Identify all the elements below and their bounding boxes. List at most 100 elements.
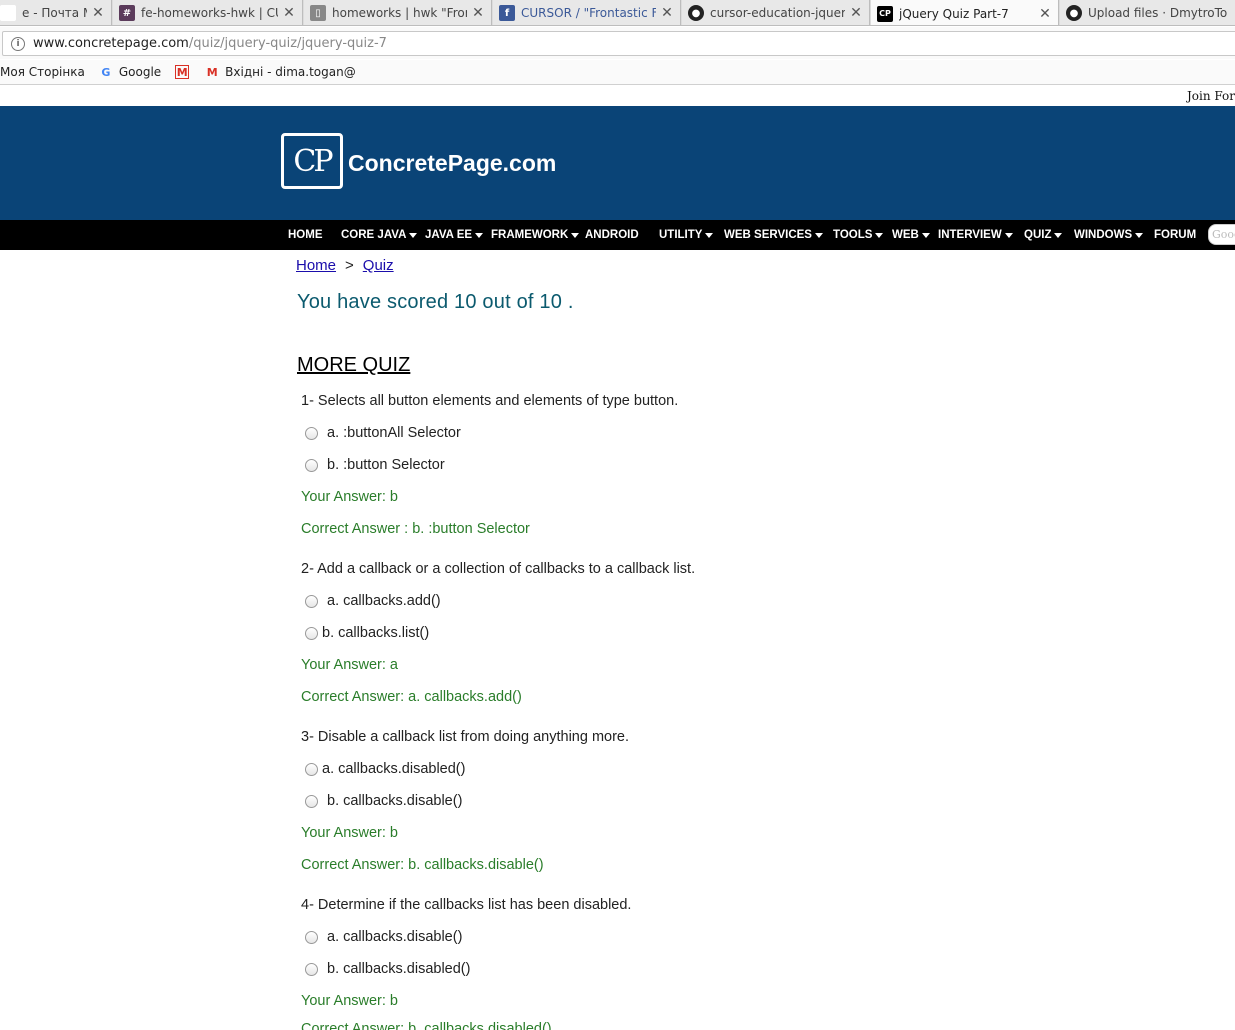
bookmark-my-page[interactable]: Моя Сторінка: [0, 65, 85, 79]
gmail-icon: M: [175, 65, 190, 79]
mail-icon: [0, 5, 16, 21]
browser-tab[interactable]: ▯ homeworks | hwk "Front ✕: [304, 0, 492, 25]
browser-tab-strip: e - Почта Mail. ✕ # fe-homeworks-hwk | C…: [0, 0, 1235, 26]
caret-down-icon: [571, 232, 580, 238]
page-icon: ▯: [310, 5, 326, 21]
browser-tab[interactable]: e - Почта Mail. ✕: [0, 0, 112, 25]
breadcrumb-quiz-link[interactable]: Quiz: [363, 257, 394, 274]
cp-icon: CP: [877, 5, 893, 22]
bookmark-label: Google: [118, 65, 162, 79]
caret-down-icon: [1054, 232, 1063, 238]
bookmark-inbox[interactable]: M Вхідні - dima.togan@: [205, 65, 356, 79]
caret-down-icon: [475, 232, 484, 238]
page-top-strip: Join For: [0, 86, 1235, 106]
browser-tab[interactable]: # fe-homeworks-hwk | CU ✕: [113, 0, 303, 25]
option-label: b. callbacks.disable(): [327, 793, 463, 809]
nav-windows[interactable]: WINDOWS: [1074, 220, 1144, 250]
site-header: CP ConcretePage.com: [0, 106, 1235, 220]
caret-down-icon: [409, 232, 418, 238]
caret-down-icon: [1004, 232, 1013, 238]
nav-label: JAVA EE: [425, 229, 473, 241]
close-icon[interactable]: ✕: [1038, 6, 1052, 22]
nav-home[interactable]: HOME: [288, 220, 323, 250]
question-text: 3- Disable a callback list from doing an…: [301, 729, 630, 745]
radio-button[interactable]: [305, 930, 318, 944]
answer-option[interactable]: a. callbacks.disable(): [305, 929, 462, 945]
nav-java-ee[interactable]: JAVA EE: [425, 220, 484, 250]
close-icon[interactable]: ✕: [282, 5, 296, 21]
url-input[interactable]: i www.concretepage.com /quiz/jquery-quiz…: [2, 31, 1235, 56]
nav-label: HOME: [288, 229, 323, 241]
option-label: b. :button Selector: [327, 457, 445, 473]
nav-tools[interactable]: TOOLS: [833, 220, 884, 250]
more-quiz-heading[interactable]: MORE QUIZ: [297, 354, 410, 377]
your-answer: Your Answer: b: [301, 489, 398, 505]
caret-down-icon: [921, 232, 930, 238]
nav-core-java[interactable]: CORE JAVA: [341, 220, 418, 250]
address-bar: i www.concretepage.com /quiz/jquery-quiz…: [0, 27, 1235, 59]
correct-answer: Correct Answer: a. callbacks.add(): [301, 689, 522, 705]
nav-android[interactable]: ANDROID: [585, 220, 639, 250]
answer-option[interactable]: b. callbacks.disabled(): [305, 961, 470, 977]
radio-button[interactable]: [305, 962, 318, 976]
answer-option[interactable]: b. callbacks.disable(): [305, 793, 462, 809]
bookmark-label: Вхідні - dima.togan@: [225, 65, 356, 79]
nav-label: ANDROID: [585, 229, 639, 241]
close-icon[interactable]: ✕: [849, 5, 863, 21]
tab-title: Upload files · DmytroTo: [1088, 6, 1228, 20]
answer-option[interactable]: a. :buttonAll Selector: [305, 425, 461, 441]
answer-option[interactable]: b. :button Selector: [305, 457, 445, 473]
radio-button[interactable]: [305, 762, 318, 776]
tab-title: fe-homeworks-hwk | CU: [141, 6, 278, 20]
option-label: a. callbacks.add(): [327, 593, 441, 609]
nav-label: QUIZ: [1024, 229, 1052, 241]
breadcrumb-home-link[interactable]: Home: [296, 257, 336, 274]
answer-option[interactable]: a. callbacks.add(): [305, 593, 441, 609]
browser-tab[interactable]: f CURSOR / "Frontastic Fr ✕: [493, 0, 681, 25]
github-icon: ●: [688, 5, 704, 21]
browser-tab[interactable]: ● cursor-education-jquery ✕: [682, 0, 870, 25]
close-icon[interactable]: ✕: [660, 5, 674, 21]
browser-tab[interactable]: ● Upload files · DmytroTo: [1060, 0, 1235, 25]
radio-button[interactable]: [305, 794, 318, 808]
nav-label: TOOLS: [833, 229, 873, 241]
nav-web-services[interactable]: WEB SERVICES: [724, 220, 823, 250]
nav-quiz[interactable]: QUIZ: [1024, 220, 1063, 250]
radio-button[interactable]: [305, 594, 318, 608]
url-host: www.concretepage.com: [33, 36, 189, 51]
correct-answer: Correct Answer: b. callbacks.disable(): [301, 857, 544, 873]
info-icon[interactable]: i: [11, 36, 25, 51]
nav-label: UTILITY: [659, 229, 703, 241]
nav-interview[interactable]: INTERVIEW: [938, 220, 1013, 250]
radio-button[interactable]: [305, 626, 318, 640]
site-logo-icon[interactable]: CP: [281, 133, 343, 189]
nav-framework[interactable]: FRAMEWORK: [491, 220, 580, 250]
nav-web[interactable]: WEB: [892, 220, 930, 250]
nav-forum[interactable]: FORUM: [1154, 220, 1196, 250]
answer-option[interactable]: a. callbacks.disabled(): [305, 761, 465, 777]
tab-title: cursor-education-jquery: [710, 6, 845, 20]
facebook-icon: f: [499, 5, 515, 21]
caret-down-icon: [875, 232, 884, 238]
nav-label: WEB SERVICES: [724, 229, 812, 241]
nav-utility[interactable]: UTILITY: [659, 220, 714, 250]
breadcrumb-separator: >: [345, 257, 354, 274]
answer-option[interactable]: b. callbacks.list(): [305, 625, 429, 641]
radio-button[interactable]: [305, 458, 318, 472]
correct-answer: Correct Answer : b. :button Selector: [301, 521, 530, 537]
tab-title: homeworks | hwk "Front: [332, 6, 467, 20]
bookmark-google[interactable]: G Google: [99, 65, 161, 79]
correct-answer: Correct Answer: b. callbacks.disabled(): [301, 1021, 552, 1030]
join-link[interactable]: Join For: [1187, 89, 1235, 103]
caret-down-icon: [1135, 232, 1144, 238]
bookmark-gmail[interactable]: M: [175, 65, 195, 79]
nav-label: FRAMEWORK: [491, 229, 569, 241]
site-logo-text[interactable]: ConcretePage.com: [348, 150, 556, 177]
tab-title: jQuery Quiz Part-7: [899, 6, 1009, 21]
close-icon[interactable]: ✕: [91, 5, 105, 21]
browser-tab-active[interactable]: CP jQuery Quiz Part-7 ✕: [871, 0, 1059, 25]
tab-title: e - Почта Mail.: [22, 6, 87, 20]
site-search-input[interactable]: Goog: [1208, 224, 1235, 245]
radio-button[interactable]: [305, 426, 318, 440]
close-icon[interactable]: ✕: [471, 5, 485, 21]
